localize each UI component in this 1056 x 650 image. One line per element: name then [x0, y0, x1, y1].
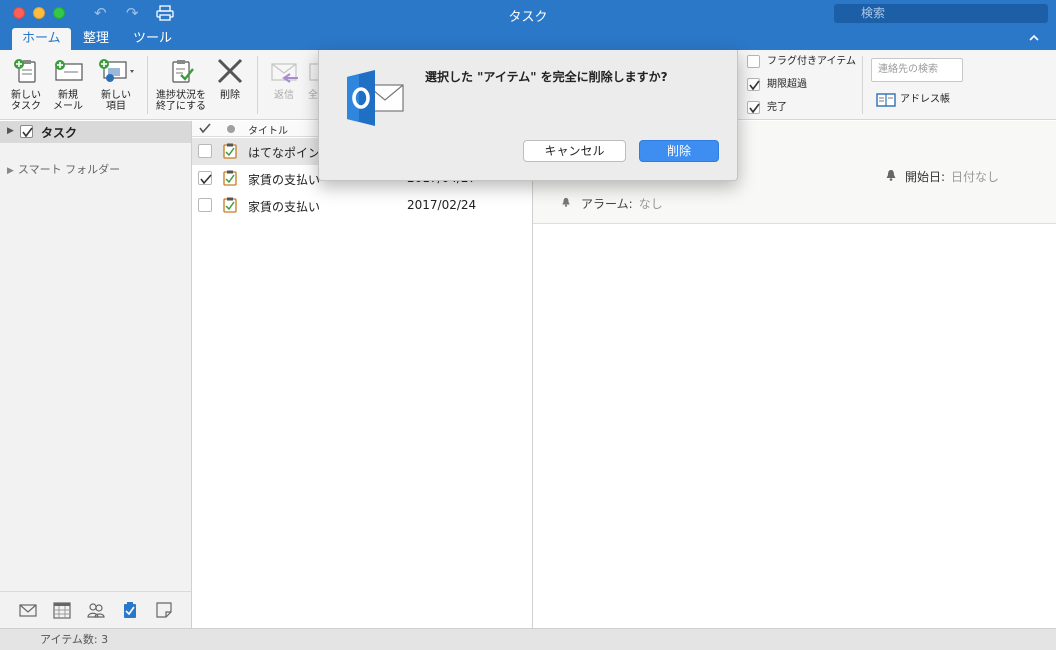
filter-flagged[interactable]: フラグ付きアイテム — [747, 54, 856, 70]
new-mail-button[interactable]: 新規 メール — [50, 56, 86, 112]
new-item-label: 新しい 項目 — [101, 90, 131, 112]
reply-all-button[interactable]: 全 — [308, 56, 318, 101]
bell-icon — [562, 197, 570, 207]
bell-icon — [886, 170, 896, 181]
outlook-logo-icon — [347, 70, 404, 126]
mark-complete-button[interactable]: 進捗状況を 終了にする — [154, 56, 208, 112]
people-icon[interactable] — [87, 601, 105, 619]
tasks-icon[interactable] — [121, 601, 139, 619]
task-icon — [223, 170, 237, 186]
task-list: タイトル はてなポイン 家賃の支払い 2017/04/27 家賃の支払い — [192, 121, 533, 628]
start-date-value: 日付なし — [951, 170, 1000, 184]
filter-overdue[interactable]: 期限超過 — [747, 77, 807, 93]
delete-icon — [217, 58, 243, 84]
reply-all-icon — [309, 63, 318, 81]
priority-column-icon[interactable] — [227, 125, 235, 133]
task-due-date: 2017/02/24 — [407, 198, 477, 212]
address-book-label: アドレス帳 — [900, 94, 950, 105]
notes-icon[interactable] — [155, 601, 173, 619]
mail-icon[interactable] — [19, 601, 37, 619]
alarm-value: なし — [638, 197, 663, 211]
task-complete-checkbox[interactable] — [198, 198, 212, 212]
checkmark-icon — [749, 80, 760, 91]
filter-completed[interactable]: 完了 — [747, 100, 787, 116]
reading-pane: 開始日: 日付なし アラーム: なし — [533, 121, 1056, 628]
completed-checkbox[interactable] — [747, 101, 760, 114]
sidebar-item-smart-folders[interactable]: ▶ スマート フォルダー — [7, 161, 120, 177]
sidebar-item-label: スマート フォルダー — [17, 163, 121, 176]
reply-icon — [271, 63, 298, 83]
reply-button[interactable]: 返信 — [266, 56, 302, 101]
calendar-icon[interactable] — [53, 601, 71, 619]
flagged-label: フラグ付きアイテム — [767, 56, 856, 67]
sidebar-item-tasks[interactable]: ▶ タスク — [0, 121, 191, 143]
new-task-button[interactable]: 新しい タスク — [8, 56, 44, 112]
task-complete-checkbox[interactable] — [198, 144, 212, 158]
new-task-label: 新しい タスク — [11, 90, 41, 112]
alarm-field[interactable]: アラーム: なし — [561, 195, 663, 212]
search-input[interactable]: 検索 — [834, 4, 1048, 23]
overdue-checkbox[interactable] — [747, 78, 760, 91]
ribbon-separator — [257, 56, 258, 114]
start-date-label: 開始日: — [905, 170, 946, 184]
ribbon-separator — [862, 56, 863, 114]
delete-confirm-dialog: 選択した "アイテム" を完全に削除しますか? キャンセル 削除 — [318, 50, 738, 181]
title-bar: ↶ ↷ タスク 検索 — [0, 0, 1056, 27]
tasks-folder-checkbox[interactable] — [20, 125, 33, 138]
collapse-ribbon-icon[interactable] — [1028, 32, 1040, 44]
sidebar-item-label: タスク — [41, 126, 78, 140]
confirm-delete-button[interactable]: 削除 — [639, 140, 719, 162]
ribbon-separator — [147, 56, 148, 114]
address-book-icon — [876, 93, 896, 107]
alarm-label: アラーム: — [581, 197, 633, 211]
new-mail-label: 新規 メール — [53, 90, 83, 112]
complete-column-icon[interactable] — [199, 122, 211, 134]
title-column-header[interactable]: タイトル — [248, 122, 288, 137]
delete-label: 削除 — [220, 90, 240, 101]
new-item-button[interactable]: 新しい 項目 — [94, 56, 138, 112]
expand-arrow-icon[interactable]: ▶ — [7, 126, 14, 136]
checkmark-icon — [22, 127, 33, 138]
reply-label: 返信 — [274, 90, 294, 101]
task-title: はてなポイン — [248, 146, 321, 160]
item-count: アイテム数: 3 — [40, 633, 109, 646]
folder-sidebar: ▶ タスク ▶ スマート フォルダー — [0, 121, 192, 628]
task-title: 家賃の支払い — [248, 200, 321, 214]
overdue-label: 期限超過 — [767, 79, 807, 90]
tab-tools[interactable]: ツール — [123, 28, 182, 50]
module-switcher — [0, 591, 191, 628]
tab-home[interactable]: ホーム — [12, 28, 71, 50]
cancel-button[interactable]: キャンセル — [523, 140, 626, 162]
expand-arrow-icon[interactable]: ▶ — [7, 166, 14, 176]
task-icon — [223, 143, 237, 159]
checkmark-icon — [200, 174, 212, 185]
dialog-message: 選択した "アイテム" を完全に削除しますか? — [425, 70, 668, 84]
ribbon-tabs: ホーム 整理 ツール — [0, 27, 1056, 50]
tab-organize[interactable]: 整理 — [73, 28, 119, 50]
completed-label: 完了 — [767, 102, 787, 113]
start-date-field[interactable]: 開始日: 日付なし — [885, 168, 999, 185]
reply-all-label: 全 — [308, 90, 318, 101]
mark-complete-icon — [172, 60, 194, 83]
contact-search-input[interactable]: 連絡先の検索 — [871, 58, 963, 82]
task-title: 家賃の支払い — [248, 173, 321, 187]
new-mail-icon — [55, 60, 83, 81]
new-item-icon — [99, 59, 134, 82]
new-task-icon — [14, 59, 36, 83]
task-complete-checkbox[interactable] — [198, 171, 212, 185]
delete-button[interactable]: 削除 — [214, 56, 246, 101]
mark-complete-label: 進捗状況を 終了にする — [155, 90, 207, 112]
checkmark-icon — [749, 103, 760, 114]
task-icon — [223, 197, 237, 213]
flagged-checkbox[interactable] — [747, 55, 760, 68]
status-bar: アイテム数: 3 — [0, 628, 1056, 650]
table-row[interactable]: 家賃の支払い 2017/02/24 — [192, 192, 533, 219]
address-book-button[interactable]: アドレス帳 — [876, 92, 950, 108]
